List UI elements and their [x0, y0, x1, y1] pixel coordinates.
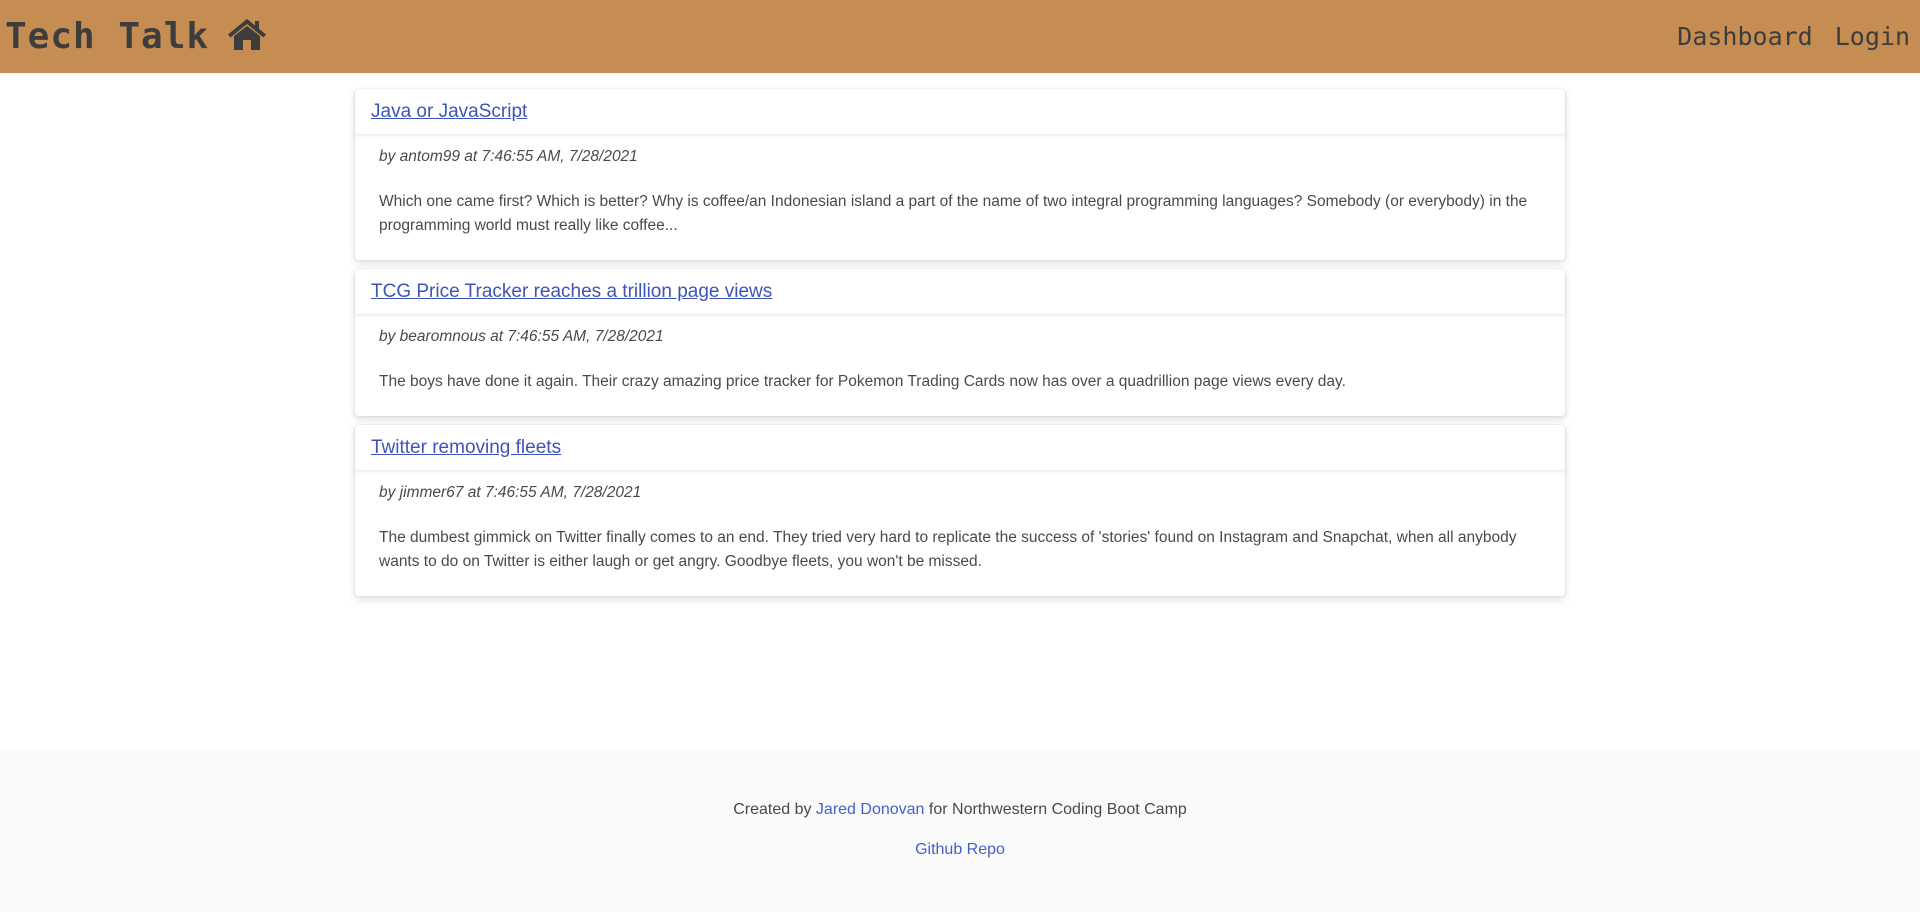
nav-links: Dashboard Login — [1655, 22, 1910, 51]
author-link[interactable]: Jared Donovan — [816, 801, 925, 818]
post-header: Twitter removing fleets — [355, 425, 1565, 470]
post-header: Java or JavaScript — [355, 89, 1565, 134]
post-text: The dumbest gimmick on Twitter finally c… — [379, 529, 1517, 570]
post-body: by antom99 at 7:46:55 AM, 7/28/2021 Whic… — [355, 134, 1565, 260]
home-icon[interactable] — [227, 17, 267, 51]
top-navbar: Tech Talk Dashboard Login — [0, 0, 1920, 73]
post-meta: by antom99 at 7:46:55 AM, 7/28/2021 — [379, 148, 638, 165]
brand[interactable]: Tech Talk — [5, 0, 267, 73]
post-header: TCG Price Tracker reaches a trillion pag… — [355, 269, 1565, 314]
github-repo-link[interactable]: Github Repo — [915, 841, 1005, 858]
footer-created-prefix: Created by — [733, 801, 812, 818]
footer-created-suffix: for Northwestern Coding Boot Camp — [928, 801, 1187, 818]
post-text: Which one came first? Which is better? W… — [379, 193, 1528, 234]
footer: Created by Jared Donovan for Northwester… — [0, 750, 1920, 912]
post-title-link[interactable]: TCG Price Tracker reaches a trillion pag… — [371, 281, 772, 303]
post-card: Twitter removing fleets by jimmer67 at 7… — [355, 425, 1565, 596]
nav-link-login[interactable]: Login — [1835, 22, 1910, 51]
post-body: by bearomnous at 7:46:55 AM, 7/28/2021 T… — [355, 314, 1565, 416]
post-title-link[interactable]: Java or JavaScript — [371, 101, 527, 123]
footer-repo: Github Repo — [0, 841, 1920, 859]
post-title-link[interactable]: Twitter removing fleets — [371, 437, 561, 459]
footer-credits: Created by Jared Donovan for Northwester… — [0, 801, 1920, 819]
post-card: TCG Price Tracker reaches a trillion pag… — [355, 269, 1565, 416]
post-meta: by jimmer67 at 7:46:55 AM, 7/28/2021 — [379, 484, 642, 501]
post-body: by jimmer67 at 7:46:55 AM, 7/28/2021 The… — [355, 470, 1565, 596]
post-meta: by bearomnous at 7:46:55 AM, 7/28/2021 — [379, 328, 664, 345]
post-text: The boys have done it again. Their crazy… — [379, 373, 1346, 390]
site-title[interactable]: Tech Talk — [5, 16, 209, 57]
post-list: Java or JavaScript by antom99 at 7:46:55… — [355, 89, 1565, 605]
nav-link-dashboard[interactable]: Dashboard — [1677, 22, 1812, 51]
post-card: Java or JavaScript by antom99 at 7:46:55… — [355, 89, 1565, 260]
